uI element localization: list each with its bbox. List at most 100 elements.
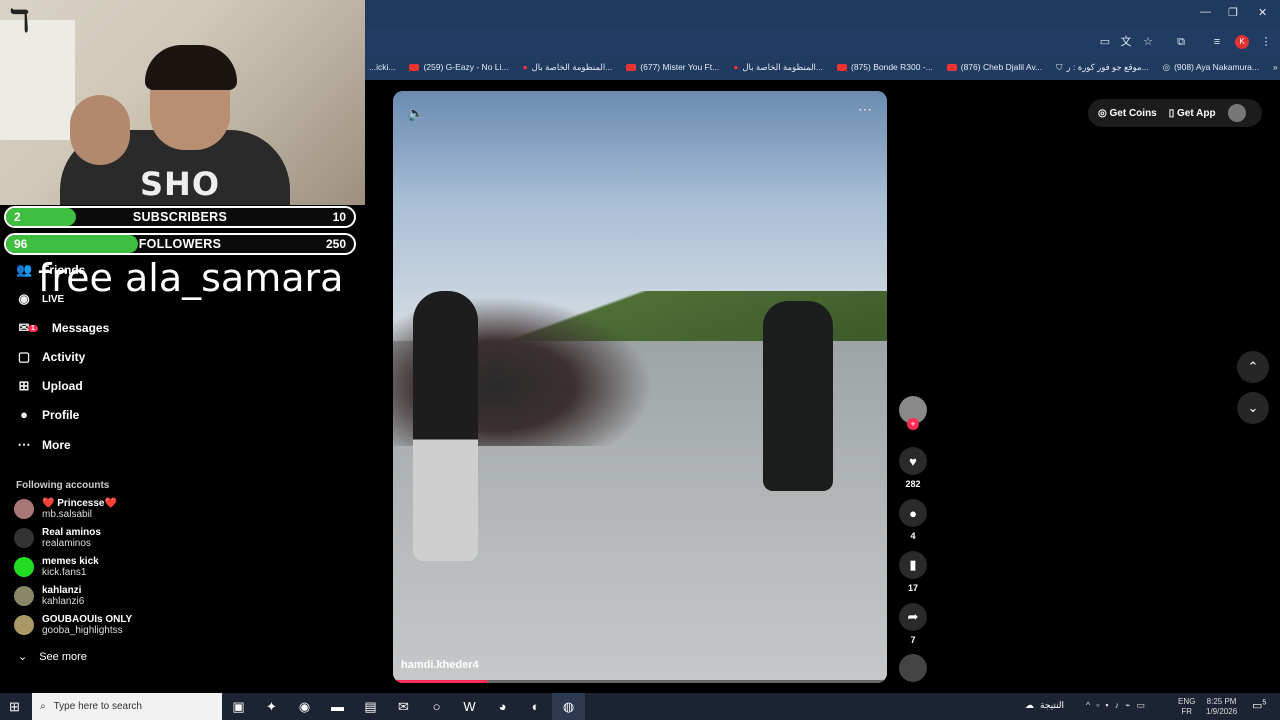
youtube-icon xyxy=(946,63,957,71)
user-avatar[interactable] xyxy=(1227,104,1246,122)
weather-widget[interactable]: ☁ النتيجة xyxy=(1025,700,1064,711)
bookmark-item[interactable]: (876) Cheb Djalil Av... xyxy=(946,62,1042,72)
opera-icon[interactable]: ○ xyxy=(420,693,453,720)
following-username: kahlanzi6 xyxy=(42,596,85,607)
sidebar-item-label: More xyxy=(42,438,71,452)
sidebar-item-label: Messages xyxy=(51,321,110,335)
subscribers-goal-bar: 2 SUBSCRIBERS 10 xyxy=(4,206,356,228)
task-view-icon[interactable]: ▣ xyxy=(222,693,255,720)
followers-label: FOLLOWERS xyxy=(138,237,222,251)
bookmark-item[interactable]: ⛉ موقع جو فور كورة : ر... xyxy=(1056,62,1149,73)
input-language[interactable]: ENG FR xyxy=(1178,697,1195,717)
followers-goal: 250 xyxy=(325,237,346,251)
bookmark-star-icon[interactable]: ☆ xyxy=(1141,35,1155,49)
get-coins-button[interactable]: ◎ Get Coins xyxy=(1098,108,1157,119)
taskbar-search-box[interactable]: ⌕ Type here to search xyxy=(32,693,222,720)
volume-icon[interactable]: 🔈 xyxy=(407,105,424,122)
following-account[interactable]: ❤️ Princesse❤️ mb.salsabil xyxy=(14,498,117,520)
following-accounts-heading: Following accounts xyxy=(16,480,110,491)
following-account[interactable]: GOUBAOUIs ONLY gooba_highlightss xyxy=(14,614,132,636)
bookmark-label: (259) G-Eazy - No Li... xyxy=(423,62,509,72)
translate-icon[interactable]: 文 xyxy=(1119,35,1133,49)
close-button[interactable]: ✕ xyxy=(1258,6,1267,19)
sidebar-item-upload[interactable]: ⊞ Upload xyxy=(16,378,83,394)
friends-icon: 👥 xyxy=(16,262,33,277)
share-action[interactable]: ➦ 7 xyxy=(898,603,928,645)
author-avatar-button[interactable]: + xyxy=(898,396,928,430)
avatar xyxy=(14,586,34,606)
bookmark-item[interactable]: ...icki... xyxy=(369,62,395,72)
install-app-icon[interactable]: ▭ xyxy=(1098,35,1112,49)
red-circle-icon: ● xyxy=(733,62,739,72)
follow-plus-icon[interactable]: + xyxy=(907,418,919,430)
bookmark-item[interactable]: (677) Mister You Ft... xyxy=(626,62,719,72)
file-explorer-icon[interactable]: ▬ xyxy=(321,693,354,720)
following-username: gooba_highlightss xyxy=(42,625,123,636)
following-name: ❤️ Princesse❤️ xyxy=(42,498,117,509)
bookmark-item[interactable]: (259) G-Eazy - No Li... xyxy=(409,62,508,72)
video-player[interactable]: 🔈 ⋯ hamdi.kheder4 xyxy=(393,91,887,683)
save-action[interactable]: ▮ 17 xyxy=(898,551,928,593)
sound-avatar-button[interactable] xyxy=(898,654,928,682)
avatar xyxy=(14,499,34,519)
next-video-button[interactable]: ⌄ xyxy=(1237,392,1269,424)
copilot-icon[interactable]: ✦ xyxy=(255,693,288,720)
share-count: 7 xyxy=(910,635,916,645)
windows-start-icon[interactable]: ⊞ xyxy=(9,699,20,715)
profile-avatar[interactable]: K xyxy=(1235,35,1249,49)
like-action[interactable]: ♥ 282 xyxy=(898,447,928,489)
shield-icon: ⛉ xyxy=(1056,61,1063,72)
get-app-button[interactable]: ▯ Get App xyxy=(1169,108,1216,119)
sidebar-item-messages[interactable]: ✉ 1 Messages xyxy=(16,320,110,336)
chevron-down-icon: ⌄ xyxy=(18,651,28,663)
bookmark-label: موقع جو فور كورة : ر... xyxy=(1066,61,1149,72)
see-more-button[interactable]: ⌄ See more xyxy=(18,650,87,664)
sidebar-item-label: Profile xyxy=(42,407,80,422)
bookmarks-overflow-icon[interactable]: » xyxy=(1273,62,1280,72)
windows-taskbar: ⊞ ⌕ Type here to search ▣ ✦ ◉ ▬ ▤ ✉ ○ W … xyxy=(0,693,1280,720)
bookmark-label: (677) Mister You Ft... xyxy=(640,62,720,72)
sidebar-item-activity[interactable]: ▢ Activity xyxy=(16,349,86,365)
following-account[interactable]: memes kick kick.fans1 xyxy=(14,556,99,578)
edge-icon[interactable]: ◉ xyxy=(288,693,321,720)
video-more-options-icon[interactable]: ⋯ xyxy=(858,101,873,118)
chrome-icon[interactable]: ◍ xyxy=(552,693,585,720)
webcam-overlay: SHO ℸ xyxy=(0,0,365,205)
bookmark-item[interactable]: ● المنظومة الخاصة بال... xyxy=(522,62,612,73)
sidebar-item-more[interactable]: ⋯ More xyxy=(16,437,71,453)
discord-icon[interactable]: ◕ xyxy=(486,693,519,720)
following-account[interactable]: Real aminos realaminos xyxy=(14,527,101,549)
live-icon: ◉ xyxy=(18,291,30,306)
clock[interactable]: 8:25 PM 1/9/2026 xyxy=(1206,697,1237,717)
obs-icon[interactable]: ◐ xyxy=(519,693,552,720)
free-text-overlay: free ala_samara xyxy=(38,256,344,300)
comment-icon: ● xyxy=(899,499,927,527)
notification-center-icon[interactable]: ▭5 xyxy=(1252,699,1266,712)
store-icon[interactable]: ▤ xyxy=(354,693,387,720)
sidebar-item-label: Upload xyxy=(42,379,83,393)
notification-count: 5 xyxy=(1262,699,1267,707)
activity-icon: ▢ xyxy=(17,349,31,364)
clock-time: 8:25 PM xyxy=(1206,697,1237,706)
following-account[interactable]: kahlanzi kahlanzi6 xyxy=(14,585,84,607)
system-tray-icons[interactable]: ^▫▪♪⌁▭ xyxy=(1086,700,1151,711)
youtube-icon xyxy=(836,63,847,71)
following-name: memes kick xyxy=(42,556,99,567)
media-control-icon[interactable]: ≡ xyxy=(1210,35,1224,49)
sidebar-item-profile[interactable]: ● Profile xyxy=(16,407,79,422)
bookmark-item[interactable]: ◎ (908) Aya Nakamura... xyxy=(1163,62,1259,73)
minimize-button[interactable]: — xyxy=(1200,6,1211,18)
restore-button[interactable]: ❐ xyxy=(1228,6,1238,19)
previous-video-button[interactable]: ⌃ xyxy=(1237,351,1269,383)
bookmark-item[interactable]: (875) Bonde R300 -... xyxy=(836,62,933,72)
browser-menu-icon[interactable]: ⋮ xyxy=(1259,35,1273,49)
wps-icon[interactable]: W xyxy=(453,693,486,720)
outlook-icon[interactable]: ✉ xyxy=(387,693,420,720)
save-count: 17 xyxy=(907,583,918,593)
bookmark-item[interactable]: ● المنظومة الخاصة بال... xyxy=(733,62,823,73)
video-progress-bar[interactable] xyxy=(393,680,887,683)
extensions-icon[interactable]: ⧉ xyxy=(1174,35,1188,49)
video-author[interactable]: hamdi.kheder4 xyxy=(401,659,479,671)
avatar xyxy=(14,557,34,577)
comment-action[interactable]: ● 4 xyxy=(898,499,928,541)
